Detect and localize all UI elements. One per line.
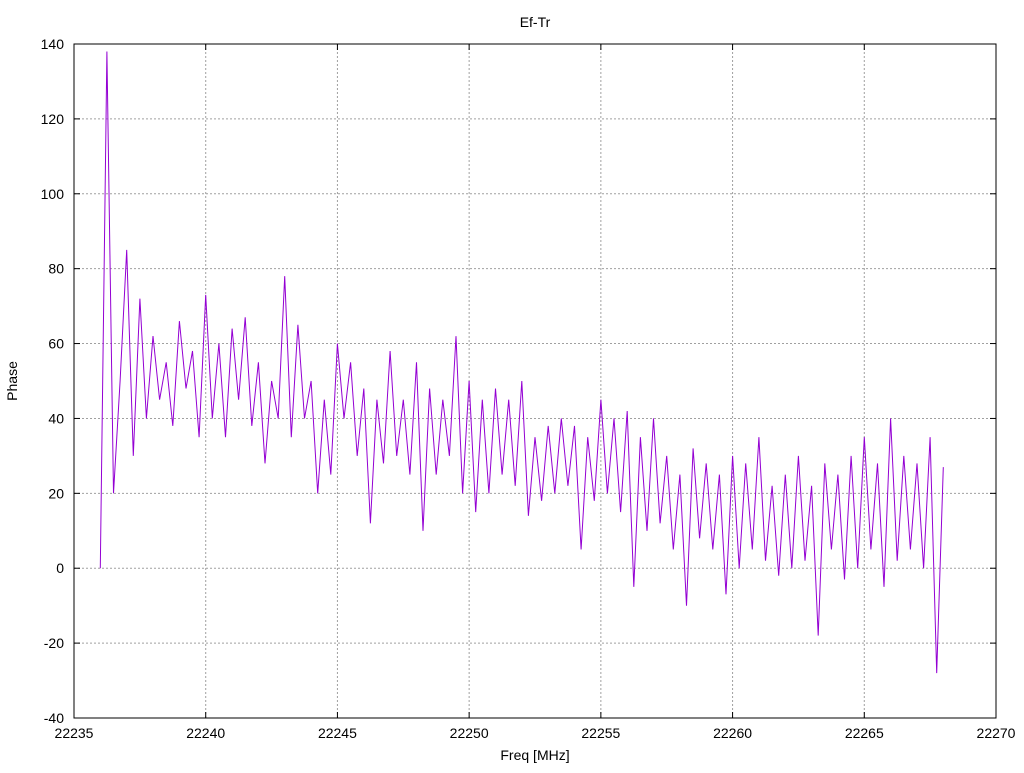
y-tick-label: -40: [44, 710, 64, 726]
y-tick-label: 20: [48, 485, 64, 501]
phase-chart: 22235 22240 22245 22250 22255 22260 22265 22270…: [4, 14, 1016, 763]
chart-title: Ef-Tr: [520, 14, 551, 30]
y-tick-label: 60: [48, 336, 64, 352]
y-tick-label: -20: [44, 635, 64, 651]
y-tick-label: 80: [48, 261, 64, 277]
x-tick-label: 22235: [55, 725, 94, 741]
y-tick-label: 40: [48, 410, 64, 426]
y-tick-label: 0: [56, 560, 64, 576]
y-tick-label: 100: [41, 186, 65, 202]
x-tick-label: 22255: [581, 725, 620, 741]
plot-border: [73, 43, 997, 719]
series-line: [99, 51, 944, 674]
grid-lines: [74, 44, 996, 718]
x-tick-label: 22260: [713, 725, 752, 741]
x-tick-label: 22245: [318, 725, 357, 741]
x-tick-label: 22250: [450, 725, 489, 741]
x-tick-label: 22265: [845, 725, 884, 741]
tick-layer: 22235 22240 22245 22250 22255 22260 22265 22270…: [41, 36, 1016, 741]
y-axis-label: Phase: [4, 361, 20, 401]
series-layer: [99, 51, 944, 674]
y-tick-label: 120: [41, 111, 65, 127]
x-axis-label: Freq [MHz]: [500, 747, 569, 763]
y-tick-label: 140: [41, 36, 65, 52]
x-tick-label: 22270: [977, 725, 1016, 741]
x-tick-label: 22240: [186, 725, 225, 741]
